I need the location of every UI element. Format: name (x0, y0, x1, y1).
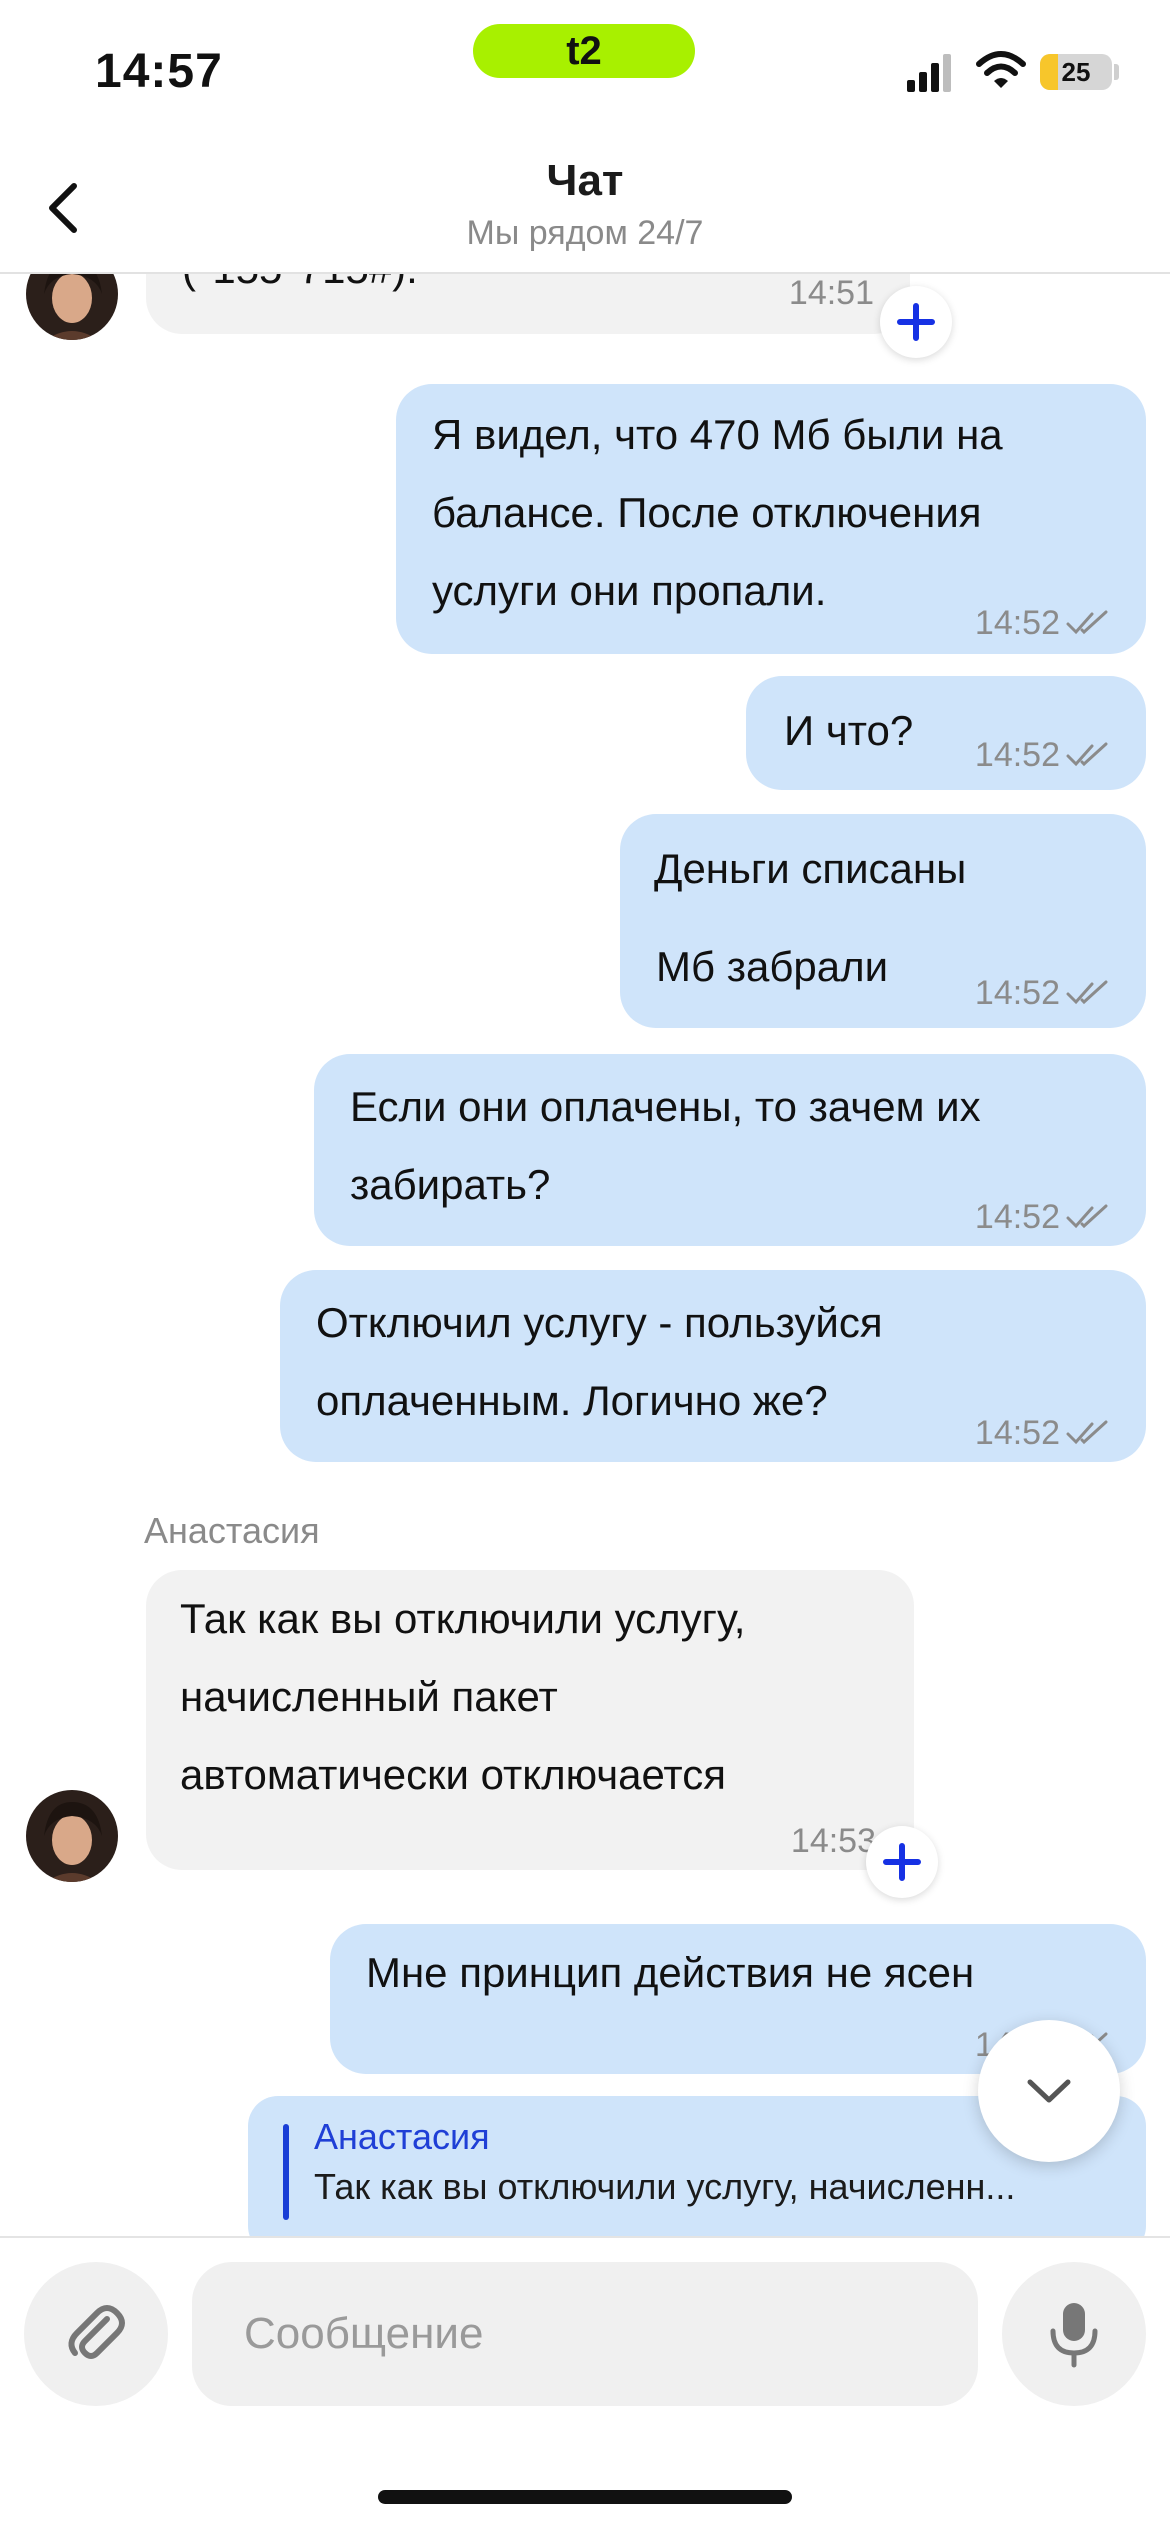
message-text-line: И что? (784, 707, 914, 754)
add-reaction-button[interactable] (866, 1826, 938, 1898)
message-time: 14:53 (790, 1822, 876, 1860)
double-check-icon (1066, 1420, 1108, 1445)
message-bubble-incoming[interactable]: Так как вы отключили услугу, начисленный… (146, 1570, 914, 1870)
message-meta: 14:53 (791, 1802, 876, 1880)
message-bubble-outgoing[interactable]: Я видел, что 470 Мб были на балансе. Пос… (396, 384, 1146, 654)
double-check-icon (1066, 610, 1108, 635)
reply-quoted-text: Так как вы отключили услугу, начисленн..… (314, 2166, 1016, 2207)
attach-button[interactable] (24, 2262, 168, 2406)
message-text-line: Мне принцип действия не ясен (366, 1949, 975, 1996)
battery-icon: 25 (1040, 54, 1112, 90)
microphone-icon (1050, 2303, 1098, 2368)
avatar[interactable] (26, 274, 118, 340)
microphone-button[interactable] (1002, 2262, 1146, 2406)
message-input[interactable] (192, 2262, 978, 2406)
message-text-line: начисленный пакет (180, 1673, 558, 1720)
message-text-line: Если они оплачены, то зачем их (350, 1083, 981, 1130)
double-check-icon (1066, 742, 1108, 767)
reply-accent-bar (283, 2124, 289, 2220)
page-title: Чат (546, 156, 624, 205)
chat-header: Чат Мы рядом 24/7 (0, 140, 1170, 274)
message-text-line: автоматически отключается (180, 1751, 726, 1798)
home-indicator[interactable] (378, 2490, 792, 2504)
message-text-line: Деньги списаны (654, 845, 967, 892)
message-text: (*155*715#). (182, 274, 418, 308)
chat-thread[interactable]: (*155*715#). 14:51 Я видел, что 470 Мб б… (0, 274, 1170, 2236)
double-check-icon (1066, 1204, 1108, 1229)
message-time: 14:52 (974, 1414, 1060, 1452)
message-text-line: балансе. После отключения (432, 489, 982, 536)
status-time: 14:57 (95, 45, 223, 98)
avatar[interactable] (26, 1790, 118, 1882)
add-reaction-button[interactable] (880, 286, 952, 358)
message-meta: 14:52 (975, 1394, 1110, 1472)
message-time: 14:52 (974, 736, 1060, 774)
reply-sender-name: Анастасия (314, 2116, 490, 2157)
message-text-line: забирать? (350, 1161, 551, 1208)
message-text-line: услуги они пропали. (432, 567, 827, 614)
plus-icon (897, 303, 935, 341)
message-bubble-outgoing[interactable]: Отключил услугу - пользуйся оплаченным. … (280, 1270, 1146, 1462)
message-meta: 14:52 (975, 584, 1110, 662)
carrier-pill: t2 (473, 24, 695, 78)
double-check-icon (1066, 980, 1108, 1005)
message-time: 14:51 (789, 274, 874, 332)
avatar-image (26, 1790, 118, 1882)
message-composer (0, 2236, 1170, 2532)
message-text-line: Отключил услугу - пользуйся (316, 1299, 883, 1346)
plus-icon (883, 1843, 921, 1881)
chevron-down-icon (1027, 2079, 1071, 2103)
message-bubble-outgoing[interactable]: И что? 14:52 (746, 676, 1146, 790)
message-bubble-incoming[interactable]: (*155*715#). 14:51 (146, 274, 910, 334)
message-meta: 14:52 (975, 716, 1110, 794)
battery-nub (1114, 64, 1119, 80)
message-text-line: Так как вы отключили услугу, (180, 1595, 746, 1642)
paperclip-icon (68, 2305, 125, 2359)
page-subtitle: Мы рядом 24/7 (466, 214, 704, 252)
battery-level: 25 (1061, 56, 1091, 87)
sender-name: Анастасия (144, 1510, 320, 1551)
scroll-to-bottom-button[interactable] (978, 2020, 1120, 2162)
cellular-signal-icon (907, 54, 951, 92)
wifi-icon (976, 51, 1026, 88)
message-bubble-outgoing[interactable]: Деньги списаны Мб забрали 14:52 (620, 814, 1146, 1028)
message-time: 14:52 (974, 1198, 1060, 1236)
message-text-line: оплаченным. Логично же? (316, 1377, 828, 1424)
message-time: 14:52 (974, 974, 1060, 1012)
avatar-image (26, 274, 118, 340)
message-time: 14:52 (974, 604, 1060, 642)
status-bar: 14:57 t2 25 (0, 0, 1170, 140)
message-text-line: Я видел, что 470 Мб были на (432, 411, 1003, 458)
message-bubble-outgoing[interactable]: Если они оплачены, то зачем их забирать?… (314, 1054, 1146, 1246)
message-meta: 14:52 (975, 954, 1110, 1032)
message-meta: 14:52 (975, 1178, 1110, 1256)
message-time-text: 14:51 (788, 274, 874, 312)
message-text-line: Мб забрали (656, 943, 889, 990)
